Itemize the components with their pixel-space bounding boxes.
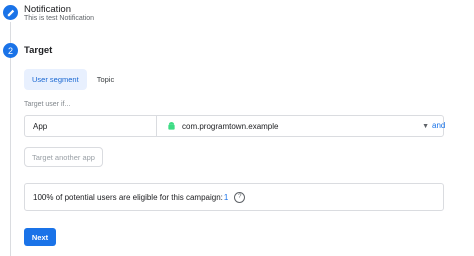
target-another-app-button[interactable]: Target another app — [24, 147, 103, 167]
and-button[interactable]: and — [432, 121, 445, 130]
step-target-number: 2 — [3, 43, 18, 58]
eligibility-text: 100% of potential users are eligible for… — [33, 192, 223, 202]
tab-user-segment[interactable]: User segment — [24, 69, 87, 90]
next-button[interactable]: Next — [24, 228, 56, 246]
caret-down-icon[interactable]: ▼ — [422, 123, 429, 130]
android-icon — [167, 121, 176, 131]
eligibility-summary: 100% of potential users are eligible for… — [24, 183, 444, 211]
target-hint: Target user if... — [24, 101, 71, 108]
criteria-value-select[interactable]: com.programtown.example — [182, 122, 422, 131]
target-criteria-row: App com.programtown.example ▼ — [24, 115, 444, 137]
eligibility-count[interactable]: 1 — [224, 193, 228, 202]
step-notification-title: Notification — [24, 4, 71, 15]
criteria-field[interactable]: App — [25, 116, 157, 136]
tab-topic[interactable]: Topic — [89, 69, 123, 90]
step-rail-bottom — [10, 58, 11, 256]
target-tabs: User segment Topic — [24, 69, 122, 90]
step-target-title: Target — [24, 45, 53, 56]
step-notification-indicator — [3, 5, 18, 20]
step-rail-top — [10, 22, 11, 44]
help-icon[interactable]: ? — [234, 191, 246, 203]
pencil-icon — [7, 9, 14, 16]
step-notification-subtitle: This is test Notification — [24, 15, 95, 22]
